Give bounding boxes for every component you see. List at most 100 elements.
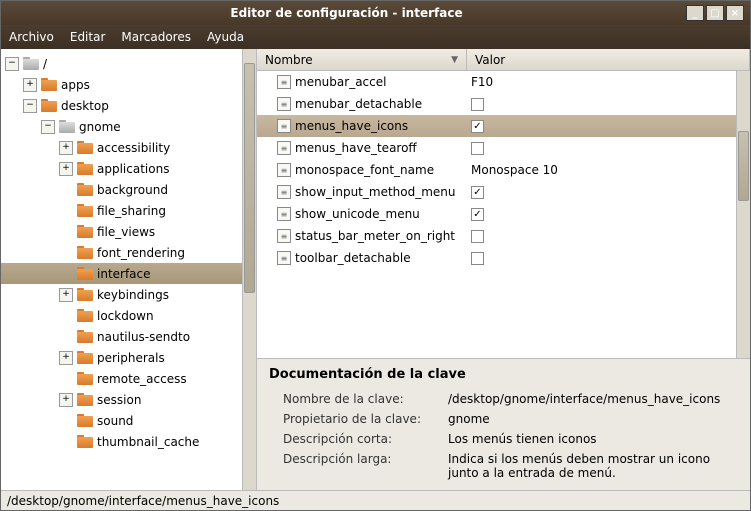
doc-long-label: Descripción larga: xyxy=(283,452,448,480)
tree-row-file-views[interactable]: file_views xyxy=(1,221,242,242)
cell-name: ≡show_input_method_menu xyxy=(257,185,467,199)
menu-bookmarks[interactable]: Marcadores xyxy=(121,30,191,44)
list-row[interactable]: ≡status_bar_meter_on_right xyxy=(257,225,736,247)
tree-row-session[interactable]: + session xyxy=(1,389,242,410)
tree-label: sound xyxy=(97,414,133,428)
tree-row-background[interactable]: background xyxy=(1,179,242,200)
scrollbar-thumb[interactable] xyxy=(244,63,255,293)
expander-icon[interactable]: − xyxy=(41,120,55,134)
checkbox[interactable] xyxy=(471,98,484,111)
tree-row-accessibility[interactable]: + accessibility xyxy=(1,137,242,158)
cell-name: ≡toolbar_detachable xyxy=(257,251,467,265)
tree-row-interface[interactable]: interface xyxy=(1,263,242,284)
tree-row-gnome[interactable]: − gnome xyxy=(1,116,242,137)
main-area: − / + apps − desktop − gnome + accessibi… xyxy=(1,49,750,490)
cell-value[interactable] xyxy=(467,230,736,243)
titlebar[interactable]: Editor de configuración - interface _ □ … xyxy=(1,1,750,25)
checkbox[interactable]: ✓ xyxy=(471,120,484,133)
tree-label: session xyxy=(97,393,141,407)
tree-label: gnome xyxy=(79,120,121,134)
doc-long-value: Indica si los menús deben mostrar un ico… xyxy=(448,452,738,480)
cell-value[interactable]: ✓ xyxy=(467,186,736,199)
cell-name: ≡menus_have_tearoff xyxy=(257,141,467,155)
list-row[interactable]: ≡show_unicode_menu✓ xyxy=(257,203,736,225)
list-row[interactable]: ≡toolbar_detachable xyxy=(257,247,736,269)
tree-row-keybindings[interactable]: + keybindings xyxy=(1,284,242,305)
tree-row-sound[interactable]: sound xyxy=(1,410,242,431)
documentation-pane: Documentación de la clave Nombre de la c… xyxy=(257,358,750,490)
cell-value[interactable]: Monospace 10 xyxy=(467,163,736,177)
tree-row-file-sharing[interactable]: file_sharing xyxy=(1,200,242,221)
checkbox[interactable]: ✓ xyxy=(471,208,484,221)
tree-label: / xyxy=(43,57,47,71)
list-body[interactable]: ≡menubar_accelF10 ≡ menubar_detachable ≡men… xyxy=(257,71,750,358)
menu-file[interactable]: Archivo xyxy=(9,30,54,44)
cell-value[interactable] xyxy=(467,252,736,265)
cell-value[interactable]: F10 xyxy=(467,75,736,89)
tree-label: keybindings xyxy=(97,288,169,302)
cell-name: ≡ menubar_detachable xyxy=(257,97,467,111)
close-button[interactable]: × xyxy=(726,5,744,21)
cell-value[interactable] xyxy=(467,142,736,155)
column-header-value[interactable]: Valor xyxy=(467,49,750,70)
list-row[interactable]: ≡ menubar_detachable xyxy=(257,93,736,115)
tree-row-remote-access[interactable]: remote_access xyxy=(1,368,242,389)
cell-name: ≡menubar_accel xyxy=(257,75,467,89)
tree-row-desktop[interactable]: − desktop xyxy=(1,95,242,116)
list-row[interactable]: ≡menubar_accelF10 xyxy=(257,71,736,93)
menu-edit[interactable]: Editar xyxy=(70,30,106,44)
tree-row-font-rendering[interactable]: font_rendering xyxy=(1,242,242,263)
cell-value[interactable]: ✓ xyxy=(467,208,736,221)
menu-help[interactable]: Ayuda xyxy=(207,30,244,44)
column-header-name[interactable]: Nombre ▼ xyxy=(257,49,467,70)
expander-icon[interactable]: − xyxy=(23,99,37,113)
maximize-button[interactable]: □ xyxy=(706,5,724,21)
key-name: menubar_detachable xyxy=(295,97,422,111)
checkbox[interactable] xyxy=(471,142,484,155)
tree-row-thumbnail-cache[interactable]: thumbnail_cache xyxy=(1,431,242,452)
checkbox[interactable] xyxy=(471,230,484,243)
key-icon: ≡ xyxy=(277,97,291,111)
expander-icon[interactable]: + xyxy=(23,78,37,92)
list-row[interactable]: ≡menus_have_icons ✓ xyxy=(257,115,736,137)
list-row[interactable]: ≡menus_have_tearoff xyxy=(257,137,736,159)
tree-pane[interactable]: − / + apps − desktop − gnome + accessibi… xyxy=(1,49,257,490)
tree-scrollbar[interactable] xyxy=(242,49,256,490)
list-scrollbar[interactable] xyxy=(736,71,750,358)
minimize-button[interactable]: _ xyxy=(686,5,704,21)
folder-icon xyxy=(77,393,93,406)
cell-value[interactable] xyxy=(467,98,736,111)
expander-icon[interactable]: + xyxy=(59,141,73,155)
folder-icon xyxy=(59,120,75,133)
tree-row-lockdown[interactable]: lockdown xyxy=(1,305,242,326)
tree-label: thumbnail_cache xyxy=(97,435,199,449)
expander-icon[interactable]: + xyxy=(59,162,73,176)
checkbox[interactable] xyxy=(471,252,484,265)
folder-icon xyxy=(77,288,93,301)
checkbox[interactable]: ✓ xyxy=(471,186,484,199)
tree-row-nautilus-sendto[interactable]: nautilus-sendto xyxy=(1,326,242,347)
folder-icon xyxy=(77,162,93,175)
list-row[interactable]: ≡show_input_method_menu ✓ xyxy=(257,181,736,203)
tree-label: font_rendering xyxy=(97,246,185,260)
tree-row-applications[interactable]: + applications xyxy=(1,158,242,179)
doc-key-name-label: Nombre de la clave: xyxy=(283,392,448,406)
folder-icon xyxy=(77,204,93,217)
list-row[interactable]: ≡monospace_font_nameMonospace 10 xyxy=(257,159,736,181)
tree-row-apps[interactable]: + apps xyxy=(1,74,242,95)
tree-label: interface xyxy=(97,267,151,281)
expander-icon[interactable]: + xyxy=(59,393,73,407)
right-pane: Nombre ▼ Valor ≡menubar_accelF10≡menubar… xyxy=(257,49,750,490)
cell-name: ≡menus_have_icons xyxy=(257,119,467,133)
expander-icon[interactable]: − xyxy=(5,57,19,71)
expander-icon[interactable]: + xyxy=(59,351,73,365)
key-icon: ≡ xyxy=(277,163,291,177)
folder-icon xyxy=(77,309,93,322)
expander-icon[interactable]: + xyxy=(59,288,73,302)
cell-name: ≡monospace_font_name xyxy=(257,163,467,177)
tree-row-root[interactable]: − / xyxy=(1,53,242,74)
key-icon: ≡ xyxy=(277,251,291,265)
scrollbar-thumb[interactable] xyxy=(738,131,749,201)
cell-value[interactable]: ✓ xyxy=(467,120,736,133)
tree-row-peripherals[interactable]: + peripherals xyxy=(1,347,242,368)
